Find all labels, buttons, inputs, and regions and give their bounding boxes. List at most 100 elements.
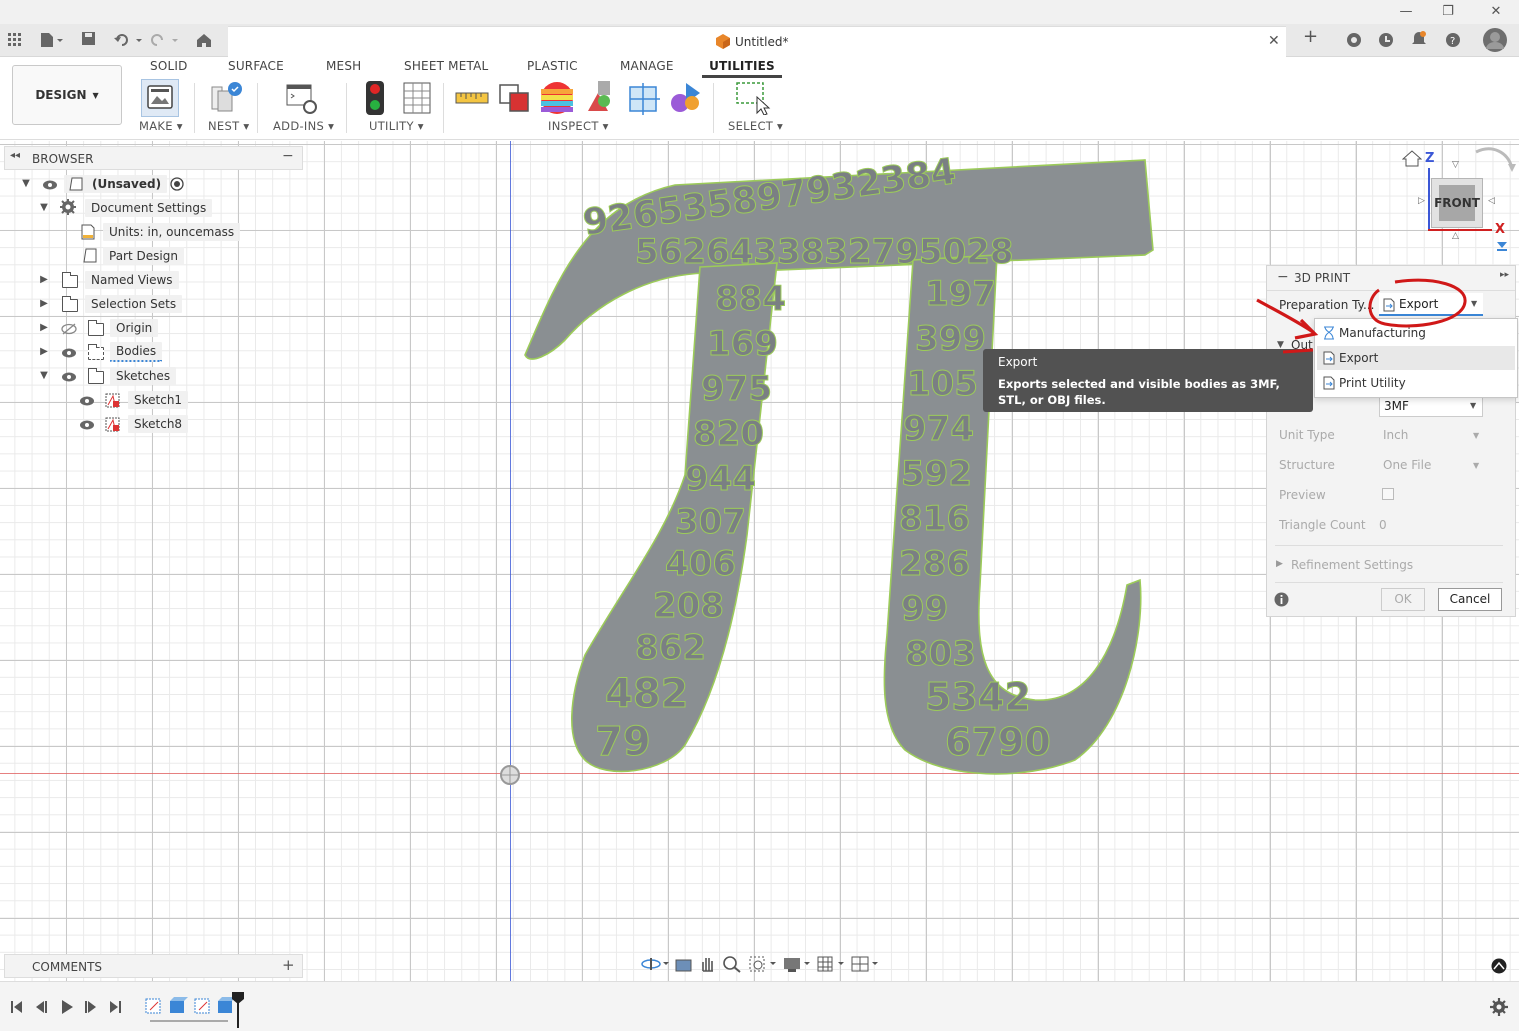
browser-item-part-design[interactable]: Part Design — [103, 245, 184, 267]
minimize-panel-icon[interactable]: − — [282, 148, 294, 164]
performance-icon[interactable] — [1491, 958, 1507, 974]
eye-icon[interactable] — [61, 347, 77, 359]
nest-icon[interactable] — [210, 81, 244, 115]
orbit-icon[interactable] — [640, 955, 670, 973]
fit-window-icon[interactable] — [748, 955, 778, 973]
3d-print-tool-button[interactable] — [141, 79, 179, 117]
zebra-analysis-icon[interactable] — [540, 81, 574, 115]
chevron-right-icon[interactable]: ▶ — [1276, 559, 1283, 569]
group-addins-label[interactable]: ADD-INS ▾ — [273, 119, 334, 133]
view-arrow-left-icon[interactable]: ▷ — [1418, 196, 1425, 206]
chevron-down-icon[interactable]: ▼ — [39, 370, 49, 381]
tab-plastic[interactable]: PLASTIC — [527, 59, 578, 73]
help-icon[interactable]: ? — [1445, 32, 1461, 48]
eye-icon[interactable] — [79, 419, 95, 431]
ok-button[interactable]: OK — [1381, 588, 1425, 611]
user-avatar[interactable] — [1483, 28, 1507, 52]
undo-icon[interactable] — [114, 32, 144, 48]
browser-item-document-settings[interactable]: Document Settings — [85, 197, 213, 219]
chevron-right-icon[interactable]: ▶ — [39, 274, 49, 285]
draft-analysis-icon[interactable] — [584, 81, 618, 115]
section-analysis-icon[interactable] — [628, 81, 662, 115]
chevron-down-icon[interactable]: ▼ — [39, 202, 49, 213]
tab-utilities[interactable]: UTILITIES — [702, 59, 782, 78]
group-select-label[interactable]: SELECT ▾ — [728, 119, 783, 133]
measure-icon[interactable] — [455, 81, 489, 115]
tab-solid[interactable]: SOLID — [150, 59, 188, 73]
home-view-icon[interactable] — [1402, 149, 1422, 167]
window-select-icon[interactable] — [735, 81, 773, 115]
table-utility-icon[interactable] — [402, 81, 436, 115]
step-forward-icon[interactable] — [84, 1000, 98, 1014]
extensions-icon[interactable] — [1346, 32, 1362, 48]
step-back-icon[interactable] — [34, 1000, 48, 1014]
home-icon[interactable] — [196, 33, 212, 48]
collapse-panel-icon[interactable]: ◂◂ — [10, 150, 20, 161]
eye-hidden-icon[interactable] — [61, 323, 77, 335]
traffic-light-icon[interactable] — [362, 81, 396, 115]
viewports-icon[interactable] — [850, 955, 880, 973]
refinement-settings-label[interactable]: Refinement Settings — [1291, 558, 1413, 572]
pi-body[interactable]: 926535897932384 5626433832795028 884 169… — [515, 155, 1155, 780]
grid-settings-icon[interactable] — [816, 955, 846, 973]
tab-mesh[interactable]: MESH — [326, 59, 361, 73]
browser-item-named-views[interactable]: Named Views — [85, 269, 179, 291]
activate-radio-icon[interactable] — [170, 177, 184, 191]
eye-icon[interactable] — [61, 371, 77, 383]
display-component-colors-icon[interactable] — [670, 81, 704, 115]
browser-root-item[interactable]: (Unsaved) — [64, 173, 168, 195]
eye-icon[interactable] — [42, 179, 58, 191]
app-grid-icon[interactable] — [8, 33, 22, 47]
play-icon[interactable] — [60, 999, 74, 1015]
pan-hand-icon[interactable] — [698, 955, 718, 973]
browser-item-selection-sets[interactable]: Selection Sets — [85, 293, 183, 315]
timeline-extrude-feature-icon[interactable] — [168, 996, 188, 1018]
document-tab[interactable]: Untitled* ✕ — [228, 26, 1286, 57]
minimize-button[interactable]: — — [1396, 4, 1416, 20]
go-to-end-icon[interactable] — [108, 1000, 122, 1014]
job-status-icon[interactable] — [1378, 32, 1394, 48]
group-utility-label[interactable]: UTILITY ▾ — [369, 119, 424, 133]
view-options-icon[interactable] — [1495, 240, 1509, 254]
chevron-down-icon[interactable]: ▼ — [21, 178, 31, 189]
save-icon[interactable] — [82, 32, 96, 46]
format-select[interactable]: 3MF ▼ — [1379, 395, 1483, 417]
unit-type-select[interactable]: Inch — [1383, 428, 1408, 442]
group-inspect-label[interactable]: INSPECT ▾ — [548, 119, 609, 133]
browser-item-origin[interactable]: Origin — [110, 317, 159, 339]
tab-manage[interactable]: MANAGE — [620, 59, 674, 73]
info-icon[interactable] — [1274, 592, 1289, 607]
expand-dialog-icon[interactable]: ▸▸ — [1500, 270, 1509, 280]
close-tab-icon[interactable]: ✕ — [1268, 33, 1280, 49]
view-arrow-right-icon[interactable]: ◁ — [1488, 196, 1495, 206]
browser-item-sketch1[interactable]: Sketch1 — [128, 389, 189, 411]
browser-item-sketch8[interactable]: Sketch8 — [128, 413, 189, 435]
look-at-icon[interactable] — [674, 955, 694, 973]
add-comment-button[interactable]: + — [282, 956, 295, 974]
group-make-label[interactable]: MAKE ▾ — [139, 119, 183, 133]
notifications-icon[interactable] — [1411, 31, 1427, 48]
chevron-right-icon[interactable]: ▶ — [39, 346, 49, 357]
restore-button[interactable]: ❐ — [1438, 4, 1458, 20]
display-settings-icon[interactable] — [782, 955, 812, 973]
cancel-button[interactable]: Cancel — [1438, 588, 1502, 611]
browser-item-units[interactable]: Units: in, ouncemass — [103, 221, 241, 243]
interference-icon[interactable] — [498, 81, 532, 115]
redo-icon[interactable] — [150, 32, 180, 48]
view-arrow-down-icon[interactable]: △ — [1452, 231, 1459, 241]
go-to-start-icon[interactable] — [10, 1000, 24, 1014]
option-print-utility[interactable]: Print Utility — [1317, 371, 1515, 395]
chevron-right-icon[interactable]: ▶ — [39, 298, 49, 309]
timeline-marker[interactable] — [232, 992, 244, 1028]
chevron-right-icon[interactable]: ▶ — [39, 322, 49, 333]
eye-icon[interactable] — [79, 395, 95, 407]
rotate-view-icon[interactable] — [1472, 146, 1516, 192]
group-nest-label[interactable]: NEST ▾ — [208, 119, 249, 133]
workspace-switcher-button[interactable]: DESIGN ▼ — [12, 65, 122, 125]
browser-item-sketches[interactable]: Sketches — [110, 365, 177, 387]
preview-checkbox[interactable] — [1382, 488, 1394, 500]
close-window-button[interactable]: ✕ — [1486, 4, 1506, 20]
tab-surface[interactable]: SURFACE — [228, 59, 284, 73]
file-menu-icon[interactable] — [40, 32, 66, 48]
tab-sheet-metal[interactable]: SHEET METAL — [404, 59, 488, 73]
